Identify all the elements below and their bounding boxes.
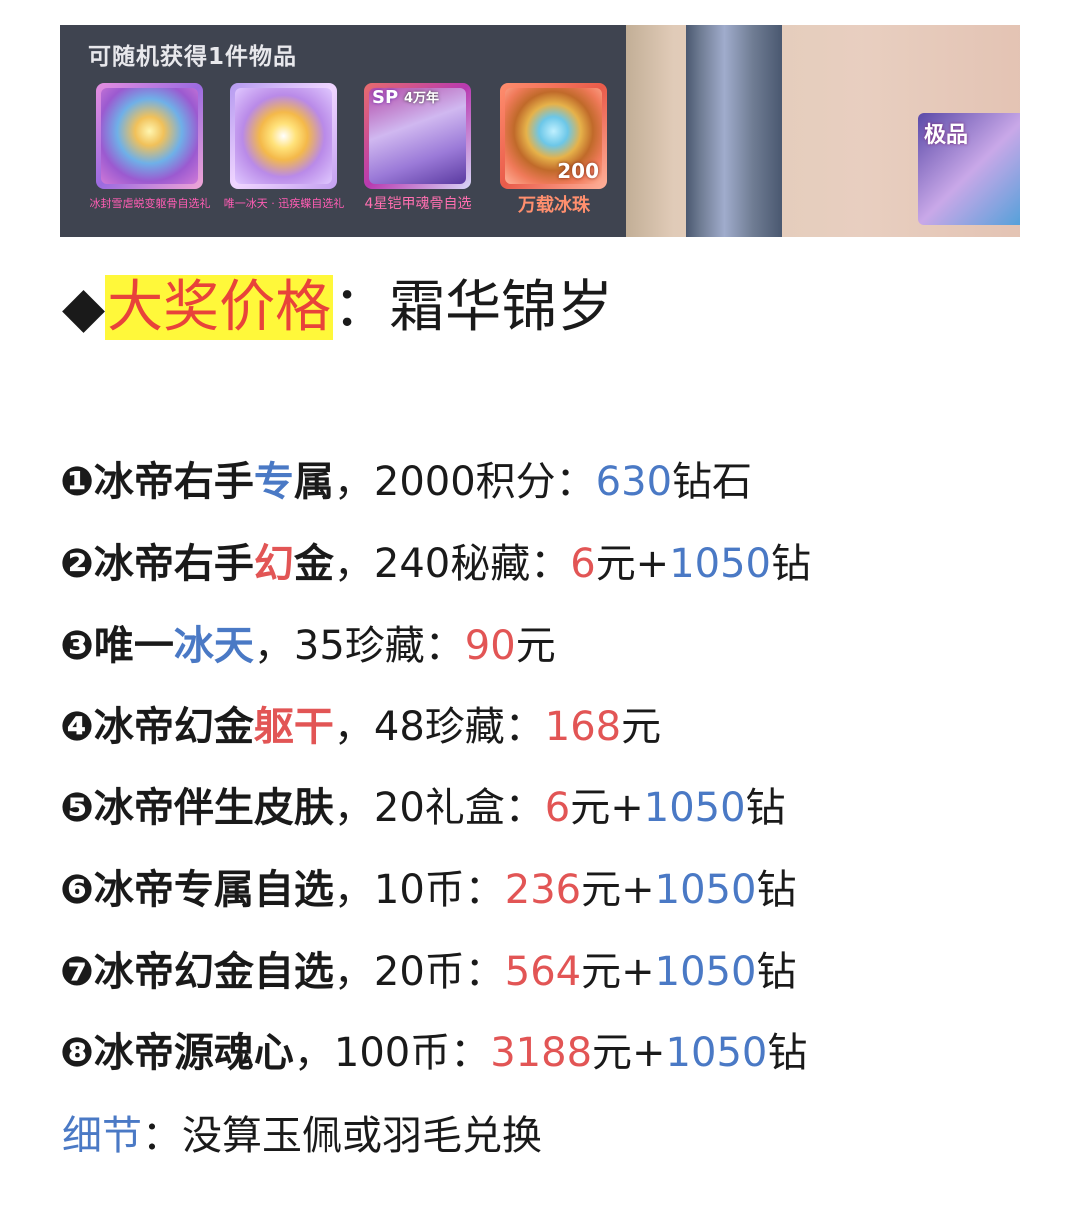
- item-separator: ，: [333, 949, 374, 995]
- item-name-accent: 躯干: [253, 704, 334, 750]
- item-unit: 元+: [592, 1030, 666, 1076]
- item-separator: ，: [333, 541, 374, 587]
- item-price: 6: [544, 785, 571, 831]
- reward-caption-1: 冰封雪虐蜕变躯骨自选礼: [89, 197, 211, 210]
- item-cost: 20币：: [373, 949, 505, 995]
- item-marker: ❷: [60, 541, 94, 587]
- item-price: 630: [595, 459, 673, 505]
- item-diamonds: 1050: [654, 949, 757, 995]
- section-heading: ◆大奖价格：霜华锦岁: [62, 270, 613, 346]
- reward-slot-4[interactable]: 200: [500, 83, 607, 189]
- item-price: 90: [464, 623, 516, 669]
- item-name: 冰帝右手: [93, 541, 254, 587]
- item-cost: 10币：: [373, 867, 505, 913]
- jackpot-label: 极品: [924, 123, 969, 148]
- item-cost: 100币：: [333, 1030, 491, 1076]
- item-unit: 元: [621, 704, 662, 750]
- item-name-accent: 冰天: [173, 623, 254, 669]
- reward-caption-2: 唯一冰天 · 迅疾蝶自选礼: [223, 197, 345, 210]
- item-price: 564: [504, 949, 582, 995]
- item-unit: 元+: [570, 785, 644, 831]
- item-diamond-unit: 钻: [767, 1030, 808, 1076]
- note-text: 没算玉佩或羽毛兑换: [182, 1113, 542, 1159]
- item-diamonds: 1050: [643, 785, 746, 831]
- item-cost: 48珍藏：: [373, 704, 545, 750]
- diamond-bullet-icon: ◆: [62, 275, 106, 340]
- reward-caption-4: 万载冰珠: [518, 195, 590, 216]
- note-label: 细节: [62, 1113, 142, 1159]
- item-diamonds: 1050: [654, 867, 757, 913]
- item-marker: ❻: [60, 867, 94, 913]
- heading-colon: ：: [333, 275, 390, 340]
- price-item-7: ❼冰帝幻金自选，20币：564元+1050钻: [60, 944, 796, 1000]
- item-price: 236: [504, 867, 582, 913]
- sp-badge: SP: [372, 87, 399, 108]
- price-item-8: ❽冰帝源魂心，100币：3188元+1050钻: [60, 1025, 807, 1081]
- item-name: 冰帝幻金自选: [93, 949, 334, 995]
- item-count-badge: 200: [557, 159, 599, 183]
- item-name-accent: 专: [253, 459, 294, 505]
- item-unit: 元+: [595, 541, 670, 587]
- item-price: 3188: [490, 1030, 593, 1076]
- item-marker: ❺: [60, 785, 94, 831]
- item-name-tail: 金: [293, 541, 334, 587]
- butterfly-wings-icon: [235, 88, 332, 184]
- item-marker: ❼: [60, 949, 94, 995]
- note-colon: ：: [142, 1113, 182, 1159]
- item-unit: 元: [515, 623, 556, 669]
- item-diamond-unit: 钻: [745, 785, 786, 831]
- banner-divider: [686, 25, 782, 237]
- item-separator: ，: [333, 459, 374, 505]
- jackpot-item-slot[interactable]: 极品: [918, 113, 1020, 225]
- detail-note: 细节：没算玉佩或羽毛兑换: [62, 1108, 542, 1164]
- item-cost: 35珍藏：: [293, 623, 465, 669]
- item-name-accent: 幻: [253, 541, 294, 587]
- price-item-2: ❷冰帝右手幻金，240秘藏：6元+1050钻: [60, 536, 811, 592]
- reward-caption-3: 4星铠甲魂骨自选: [364, 196, 472, 212]
- item-diamond-unit: 钻: [756, 949, 797, 995]
- item-name: 唯一: [93, 623, 174, 669]
- item-diamond-unit: 钻: [771, 541, 811, 587]
- item-price: 168: [544, 704, 622, 750]
- item-marker: ❸: [60, 623, 94, 669]
- banner-title: 可随机获得1件物品: [88, 44, 298, 70]
- price-item-6: ❻冰帝专属自选，10币：236元+1050钻: [60, 862, 796, 918]
- item-diamond-unit: 钻: [756, 867, 797, 913]
- item-separator: ，: [293, 1030, 334, 1076]
- price-item-1: ❶冰帝右手专属，2000积分：630钻石: [60, 454, 752, 510]
- reward-slot-2[interactable]: [230, 83, 337, 189]
- item-cost: 2000积分：: [373, 459, 596, 505]
- item-separator: ，: [333, 704, 374, 750]
- age-badge: 4万年: [404, 91, 440, 106]
- item-name: 冰帝幻金: [93, 704, 254, 750]
- heading-highlight: 大奖价格: [105, 275, 334, 340]
- price-item-4: ❹冰帝幻金躯干，48珍藏：168元: [60, 699, 661, 755]
- item-marker: ❹: [60, 704, 94, 750]
- item-cost: 240秘藏：: [373, 541, 571, 587]
- item-name: 冰帝伴生皮肤: [93, 785, 334, 831]
- item-name-tail: 属: [293, 459, 334, 505]
- price-item-5: ❺冰帝伴生皮肤，20礼盒：6元+1050钻: [60, 780, 786, 836]
- item-marker: ❶: [60, 459, 94, 505]
- item-diamonds: 1050: [669, 541, 771, 587]
- reward-slot-1[interactable]: [96, 83, 203, 189]
- winged-armor-icon: [101, 88, 198, 184]
- item-diamonds: 1050: [665, 1030, 768, 1076]
- item-name: 冰帝专属自选: [93, 867, 334, 913]
- heading-title: 霜华锦岁: [389, 275, 614, 340]
- reward-slot-3[interactable]: SP 4万年: [364, 83, 471, 189]
- item-unit: 元+: [581, 949, 655, 995]
- item-separator: ，: [333, 785, 374, 831]
- reward-banner: 极品 可随机获得1件物品 冰封雪虐蜕变躯骨自选礼 唯一冰天 · 迅疾蝶自选礼 S…: [60, 25, 1020, 237]
- item-price: 6: [570, 541, 596, 587]
- item-name: 冰帝右手: [93, 459, 254, 505]
- item-separator: ，: [253, 623, 294, 669]
- price-item-3: ❸唯一冰天，35珍藏：90元: [60, 618, 556, 674]
- item-cost: 20礼盒：: [373, 785, 545, 831]
- item-name: 冰帝源魂心: [93, 1030, 294, 1076]
- item-separator: ，: [333, 867, 374, 913]
- item-marker: ❽: [60, 1030, 94, 1076]
- item-unit: 元+: [581, 867, 655, 913]
- item-unit: 钻石: [672, 459, 753, 505]
